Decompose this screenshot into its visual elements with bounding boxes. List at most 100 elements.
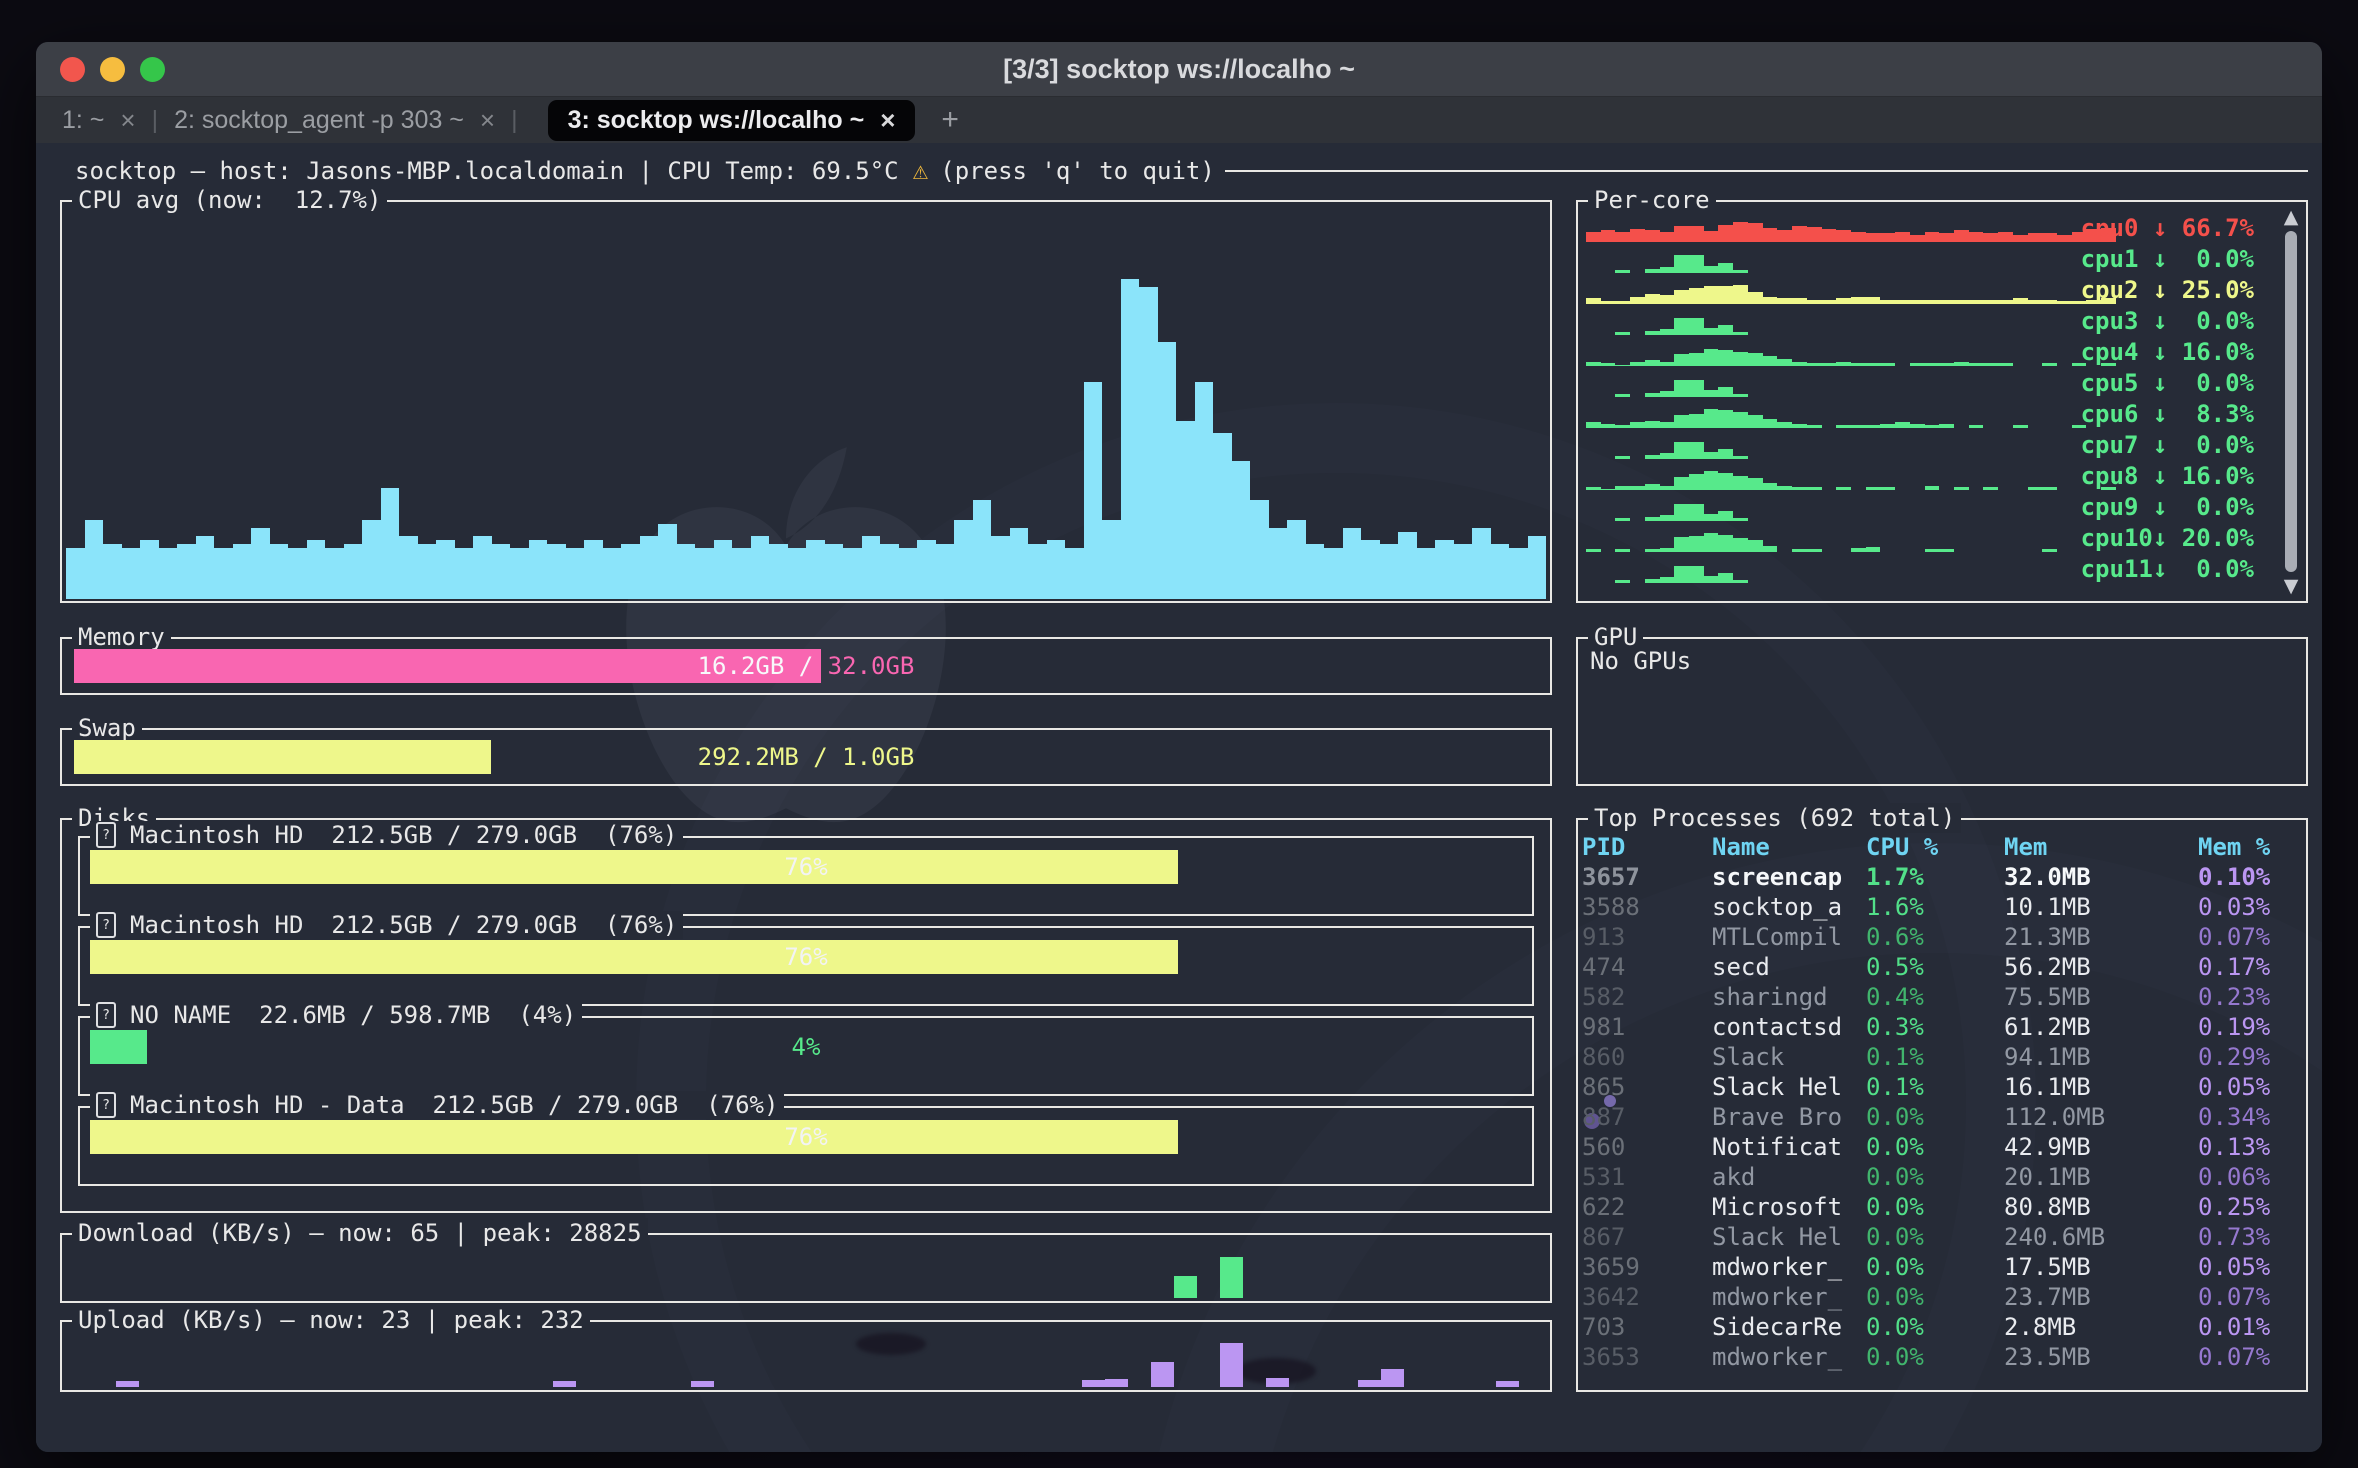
tab-1-close-icon[interactable]: × (120, 105, 135, 136)
process-cpu: 0.0% (1866, 1312, 2004, 1342)
zoom-window-button[interactable] (140, 57, 165, 82)
process-name: Slack Hel (1712, 1222, 1866, 1252)
process-cpu: 0.3% (1866, 1012, 2004, 1042)
scroll-up-icon[interactable]: ▲ (2284, 206, 2299, 228)
process-cpu: 0.1% (1866, 1072, 2004, 1102)
chart-bar (344, 544, 363, 599)
disk-panel-2: ?NO NAME22.6MB / 598.7MB(4%)4% (78, 1016, 1534, 1096)
tab-3-close-icon[interactable]: × (880, 105, 895, 136)
chart-bar (1925, 549, 1940, 552)
chart-bar (1674, 566, 1689, 583)
disk-bar-label: 76% (90, 940, 1522, 974)
chart-bar (1763, 228, 1778, 243)
chart-bar (1586, 298, 1601, 304)
process-row[interactable]: 703SidecarRe0.0%2.8MB0.01% (1582, 1312, 2300, 1342)
desktop-background: [3/3] socktop ws://localho ~ 1: ~ × | 2:… (0, 0, 2358, 1468)
traffic-lights (60, 42, 165, 96)
disk-percent: (76%) (605, 821, 677, 849)
chart-bar (1954, 362, 1969, 366)
chart-bar (1689, 255, 1704, 273)
chart-bar (1822, 363, 1837, 366)
process-row[interactable]: 3588socktop_a1.6%10.1MB0.03% (1582, 892, 2300, 922)
disk-bar-label: 4% (90, 1030, 1522, 1064)
scrollbar-thumb[interactable] (2285, 231, 2297, 572)
chart-bar (1748, 540, 1763, 552)
scroll-down-icon[interactable]: ▼ (2284, 575, 2299, 597)
process-row[interactable]: 474secd0.5%56.2MB0.17% (1582, 952, 2300, 982)
chart-bar (1880, 487, 1895, 490)
disk-meter: 4% (90, 1030, 1522, 1064)
process-mpct: 0.34% (2198, 1102, 2300, 1132)
process-row[interactable]: 981contactsd0.3%61.2MB0.19% (1582, 1012, 2300, 1042)
tab-1[interactable]: 1: ~ × (62, 105, 136, 136)
chart-bar (1983, 487, 1998, 490)
chart-bar (1704, 514, 1719, 521)
chart-bar (1630, 362, 1645, 366)
chart-bar (1851, 548, 1866, 552)
disk-bar-label: 76% (90, 1120, 1522, 1154)
process-cpu: 0.0% (1866, 1342, 2004, 1372)
chart-bar (1660, 232, 1675, 242)
process-row[interactable]: 560Notificat0.0%42.9MB0.13% (1582, 1132, 2300, 1162)
chart-bar (1969, 425, 1984, 428)
chart-bar (1777, 422, 1792, 428)
gpu-panel: GPU No GPUs (1576, 637, 2308, 786)
tab-3-active[interactable]: 3: socktop ws://localho ~ × (548, 100, 916, 141)
chart-bar (1895, 422, 1910, 428)
process-name: mdworker_ (1712, 1252, 1866, 1282)
terminal-content[interactable]: socktop — host: Jasons-MBP.localdomain |… (36, 143, 2322, 1452)
chart-bar (621, 544, 640, 599)
close-window-button[interactable] (60, 57, 85, 82)
disk-meter: 76% (90, 850, 1522, 884)
chart-bar (1807, 227, 1822, 242)
chart-bar (1880, 300, 1895, 304)
chart-bar (1472, 528, 1491, 599)
tab-2[interactable]: 2: socktop_agent -p 303 ~ × (174, 105, 495, 136)
chart-bar (1704, 286, 1719, 304)
chart-bar (553, 1381, 576, 1387)
chart-bar (1748, 415, 1763, 428)
process-row[interactable]: 3642mdworker_0.0%23.7MB0.07% (1582, 1282, 2300, 1312)
window-titlebar[interactable]: [3/3] socktop ws://localho ~ (36, 42, 2322, 97)
cpu-avg-panel: CPU avg (now: 12.7%) (60, 200, 1552, 603)
process-row[interactable]: 582sharingd0.4%75.5MB0.23% (1582, 982, 2300, 1012)
process-cpu: 0.0% (1866, 1192, 2004, 1222)
chart-bar (116, 1381, 139, 1387)
percore-scrollbar[interactable]: ▲ ▼ (2282, 206, 2300, 597)
process-row[interactable]: 3653mdworker_0.0%23.5MB0.07% (1582, 1342, 2300, 1372)
process-mem: 32.0MB (2004, 862, 2198, 892)
process-row[interactable]: 887Brave Bro0.0%112.0MB0.34% (1582, 1102, 2300, 1132)
chart-bar (159, 548, 178, 599)
memory-used: 16.2GB (698, 652, 785, 680)
chart-bar (1763, 356, 1778, 366)
tab-2-close-icon[interactable]: × (480, 105, 495, 136)
process-row[interactable]: 622Microsoft0.0%80.8MB0.25% (1582, 1192, 2300, 1222)
chart-bar (66, 548, 85, 599)
process-row[interactable]: 865Slack Hel0.1%16.1MB0.05% (1582, 1072, 2300, 1102)
chart-bar (1615, 394, 1630, 397)
new-tab-button[interactable]: + (941, 103, 959, 137)
minimize-window-button[interactable] (100, 57, 125, 82)
chart-bar (214, 548, 233, 599)
process-name: MTLCompil (1712, 922, 1866, 952)
chart-bar (1822, 229, 1837, 242)
chart-bar (806, 540, 825, 599)
process-row[interactable]: 3659mdworker_0.0%17.5MB0.05% (1582, 1252, 2300, 1282)
process-row[interactable]: 913MTLCompil0.6%21.3MB0.07% (1582, 922, 2300, 952)
chart-bar (1910, 235, 1925, 242)
chart-bar (1704, 576, 1719, 583)
process-row[interactable]: 860Slack0.1%94.1MB0.29% (1582, 1042, 2300, 1072)
disk-missing-glyph-icon: ? (96, 1002, 116, 1028)
chart-bar (1674, 354, 1689, 366)
processes-title: Top Processes (692 total) (1588, 803, 1961, 833)
process-cpu: 0.4% (1866, 982, 2004, 1012)
process-row[interactable]: 867Slack Hel0.0%240.6MB0.73% (1582, 1222, 2300, 1252)
process-row[interactable]: 531akd0.0%20.1MB0.06% (1582, 1162, 2300, 1192)
download-panel: Download (KB/s) — now: 65 | peak: 28825 (60, 1233, 1552, 1303)
process-row[interactable]: 3657screencap1.7%32.0MB0.10% (1582, 862, 2300, 892)
percore-row-cpu11: cpu11↓ 0.0% (1582, 553, 2302, 584)
cpu0-label: cpu0 ↓ 66.7% (2081, 214, 2254, 242)
disk-name: Macintosh HD - Data (130, 1091, 405, 1119)
chart-bar (1704, 266, 1719, 273)
chart-bar (1748, 353, 1763, 366)
